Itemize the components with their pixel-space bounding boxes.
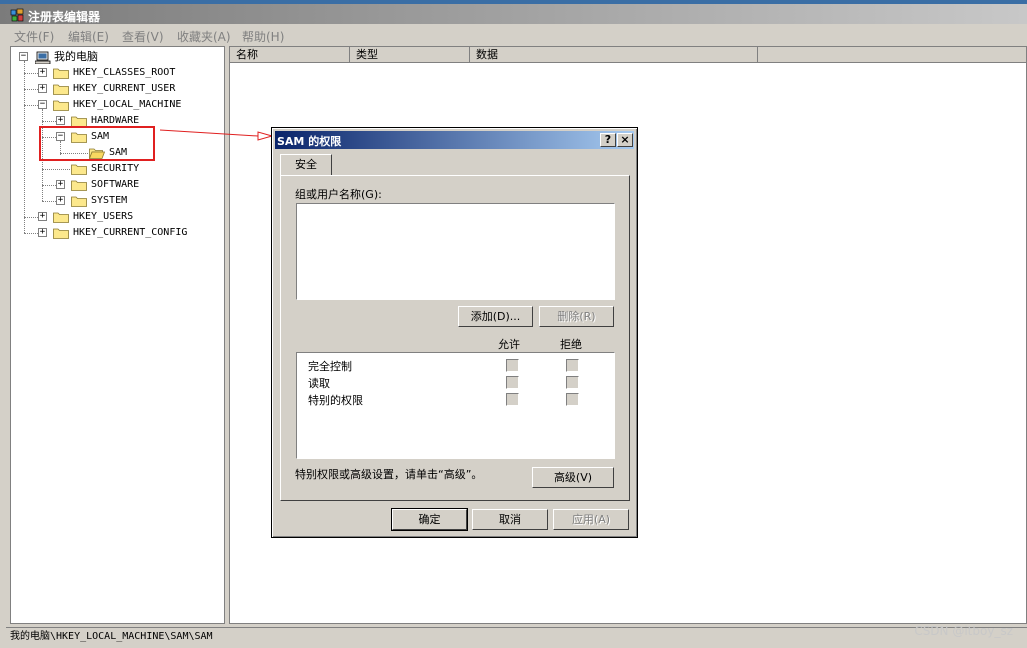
group-user-label: 组或用户名称(G):	[295, 188, 382, 201]
annotation-arrow-icon	[159, 129, 274, 141]
folder-icon	[71, 164, 87, 175]
tree-line	[42, 201, 56, 202]
tree-line	[42, 185, 56, 186]
expand-icon[interactable]: +	[38, 68, 47, 77]
tree-node-hku[interactable]: + HKEY_USERS	[11, 209, 221, 225]
tree-label: HKEY_CURRENT_CONFIG	[73, 227, 188, 238]
tree-label: SYSTEM	[91, 195, 128, 206]
tree-node-hkcu[interactable]: + HKEY_CURRENT_USER	[11, 81, 221, 97]
allow-checkbox[interactable]	[506, 359, 519, 372]
allow-checkbox[interactable]	[506, 376, 519, 389]
computer-icon	[35, 51, 51, 64]
apply-button[interactable]: 应用(A)	[553, 509, 629, 530]
window-title-bar[interactable]: 注册表编辑器	[0, 0, 1027, 24]
collapse-icon[interactable]: −	[38, 100, 47, 109]
menu-help[interactable]: 帮助(H)	[242, 28, 284, 45]
permission-name: 特别的权限	[308, 394, 363, 407]
deny-checkbox[interactable]	[566, 393, 579, 406]
folder-icon	[53, 68, 69, 79]
folder-icon	[71, 196, 87, 207]
tree-label: SOFTWARE	[91, 179, 140, 190]
help-button[interactable]: ?	[600, 133, 616, 147]
security-tab-panel: 组或用户名称(G): 添加(D)... 删除(R) 允许 拒绝 完全控制 读取 …	[280, 175, 630, 501]
expand-icon[interactable]: +	[56, 180, 65, 189]
tree-label: HKEY_CLASSES_ROOT	[73, 67, 176, 78]
status-path: 我的电脑\HKEY_LOCAL_MACHINE\SAM\SAM	[10, 631, 213, 642]
allow-checkbox[interactable]	[506, 393, 519, 406]
watermark: CSDN @itboy_sz	[914, 624, 1013, 638]
tree-node-system[interactable]: + SYSTEM	[11, 193, 221, 209]
tree-label: HKEY_USERS	[73, 211, 134, 222]
tree-node-security[interactable]: SECURITY	[11, 161, 221, 177]
permissions-dialog: SAM 的权限 ? × 安全 组或用户名称(G): 添加(D)... 删除(R)…	[271, 127, 638, 538]
menu-edit[interactable]: 编辑(E)	[68, 28, 109, 45]
add-button[interactable]: 添加(D)...	[458, 306, 533, 327]
dialog-title-bar[interactable]: SAM 的权限 ? ×	[275, 131, 634, 149]
window-title: 注册表编辑器	[28, 10, 101, 24]
tab-security[interactable]: 安全	[280, 154, 332, 176]
permission-name: 读取	[308, 377, 330, 390]
folder-icon	[53, 228, 69, 239]
deny-column-label: 拒绝	[560, 338, 582, 351]
folder-icon	[53, 212, 69, 223]
menu-view[interactable]: 查看(V)	[122, 28, 164, 45]
expand-icon[interactable]: +	[38, 228, 47, 237]
close-button[interactable]: ×	[617, 133, 633, 147]
deny-checkbox[interactable]	[566, 376, 579, 389]
ok-button[interactable]: 确定	[391, 508, 468, 531]
column-header-name[interactable]: 名称	[230, 47, 350, 63]
tree-label: 我的电脑	[54, 50, 98, 63]
tree-node-hklm[interactable]: − HKEY_LOCAL_MACHINE	[11, 97, 221, 113]
collapse-icon[interactable]: −	[19, 52, 28, 61]
tree-line	[24, 73, 38, 74]
advanced-hint: 特别权限或高级设置，请单击“高级”。	[295, 468, 483, 481]
expand-icon[interactable]: +	[38, 212, 47, 221]
status-bar: 我的电脑\HKEY_LOCAL_MACHINE\SAM\SAM	[6, 627, 1027, 646]
expand-icon[interactable]: +	[56, 196, 65, 205]
tree-line	[24, 89, 38, 90]
tree-node-hkcc[interactable]: + HKEY_CURRENT_CONFIG	[11, 225, 221, 241]
group-user-list[interactable]	[296, 203, 615, 300]
column-header-type[interactable]: 类型	[350, 47, 470, 63]
menu-bar: 文件(F) 编辑(E) 查看(V) 收藏夹(A) 帮助(H)	[0, 24, 1027, 44]
permission-name: 完全控制	[308, 360, 352, 373]
tree-line	[24, 217, 38, 218]
menu-file[interactable]: 文件(F)	[14, 28, 54, 45]
tree-line	[24, 233, 38, 234]
folder-icon	[53, 84, 69, 95]
column-header-data[interactable]: 数据	[470, 47, 758, 63]
tree-node-software[interactable]: + SOFTWARE	[11, 177, 221, 193]
tree-line	[42, 169, 70, 170]
highlight-box	[39, 126, 155, 161]
tree-node-hkcr[interactable]: + HKEY_CLASSES_ROOT	[11, 65, 221, 81]
folder-icon	[71, 180, 87, 191]
tree-label: SECURITY	[91, 163, 140, 174]
tree-line	[42, 121, 56, 122]
dialog-title: SAM 的权限	[277, 135, 342, 148]
tree-label: HKEY_CURRENT_USER	[73, 83, 176, 94]
regedit-icon	[10, 8, 24, 22]
expand-icon[interactable]: +	[38, 84, 47, 93]
deny-checkbox[interactable]	[566, 359, 579, 372]
menu-favorites[interactable]: 收藏夹(A)	[177, 28, 231, 45]
permissions-list: 完全控制 读取 特别的权限	[296, 352, 615, 459]
column-header-filler	[758, 47, 1026, 63]
tree-node-my-computer[interactable]: − 我的电脑	[11, 49, 221, 65]
expand-icon[interactable]: +	[56, 116, 65, 125]
advanced-button[interactable]: 高级(V)	[532, 467, 614, 488]
allow-column-label: 允许	[498, 338, 520, 351]
cancel-button[interactable]: 取消	[472, 509, 548, 530]
tree-label: HKEY_LOCAL_MACHINE	[73, 99, 182, 110]
tree-line	[24, 105, 38, 106]
remove-button[interactable]: 删除(R)	[539, 306, 614, 327]
folder-icon	[53, 100, 69, 111]
